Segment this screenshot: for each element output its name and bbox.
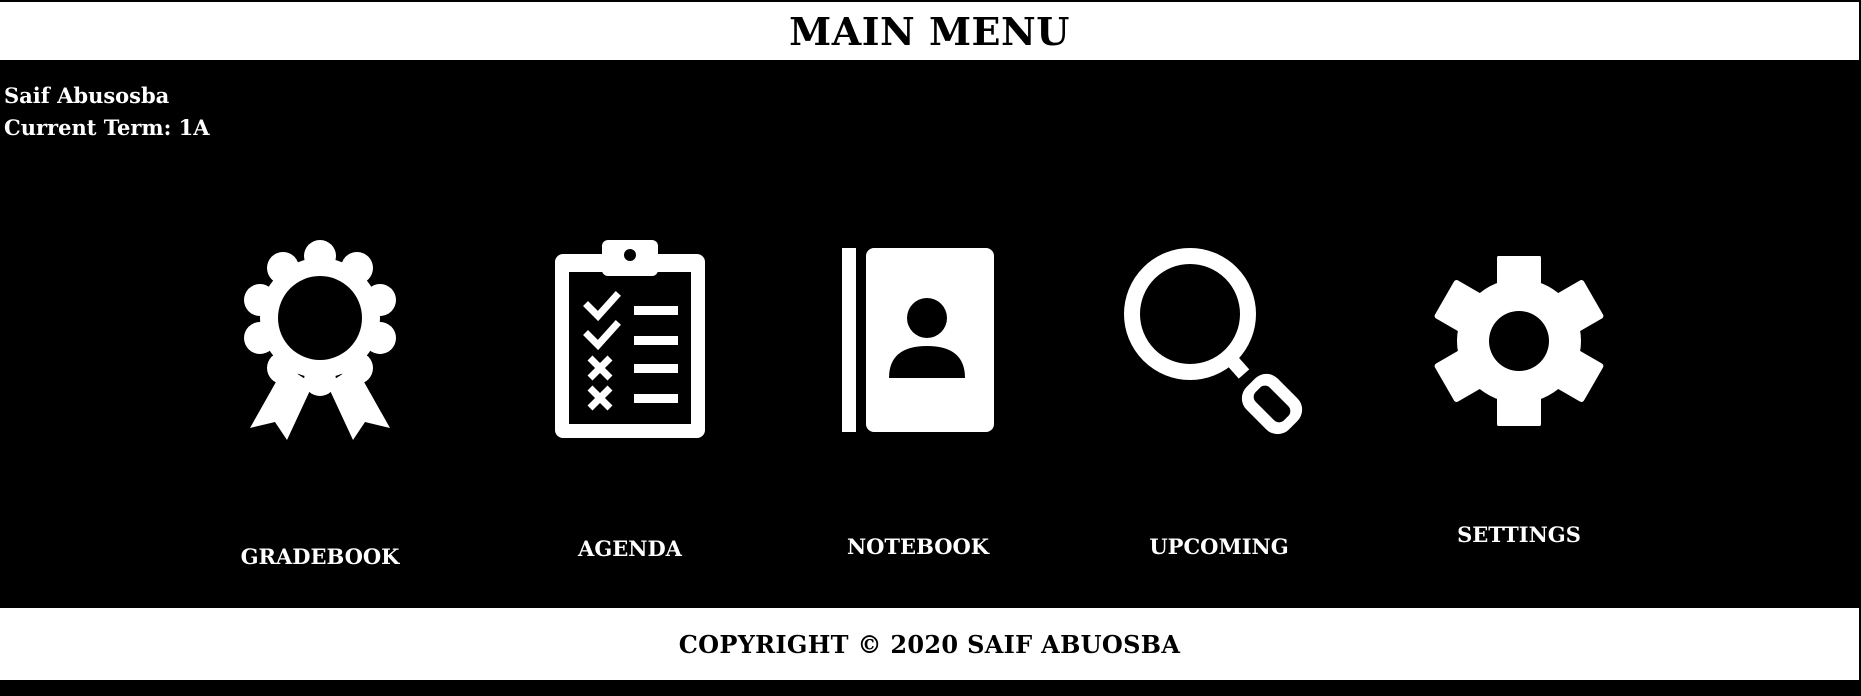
menu-item-label: NOTEBOOK bbox=[846, 534, 990, 559]
user-info: Saif Abusosba Current Term: 1A bbox=[4, 80, 210, 144]
menu-item-agenda[interactable]: AGENDA bbox=[550, 240, 710, 570]
contact-book-icon bbox=[842, 248, 994, 432]
bottom-border bbox=[0, 680, 1859, 696]
page-title: MAIN MENU bbox=[789, 8, 1070, 54]
clipboard-checklist-icon bbox=[555, 240, 705, 438]
menu-panel: Saif Abusosba Current Term: 1A GRADEBOOK… bbox=[0, 60, 1859, 608]
current-term: Current Term: 1A bbox=[4, 115, 210, 140]
main-menu-page: MAIN MENU Saif Abusosba Current Term: 1A bbox=[0, 0, 1861, 696]
header-bar: MAIN MENU bbox=[0, 2, 1859, 60]
magnifier-icon bbox=[1124, 248, 1303, 435]
menu-item-upcoming[interactable]: UPCOMING bbox=[1124, 246, 1314, 568]
footer: COPYRIGHT © 2020 SAIF ABUOSBA bbox=[0, 608, 1859, 680]
copyright-text: COPYRIGHT © 2020 SAIF ABUOSBA bbox=[678, 629, 1181, 659]
gear-icon bbox=[1434, 256, 1604, 426]
menu-item-label: AGENDA bbox=[578, 536, 682, 561]
award-ribbon-icon bbox=[244, 240, 396, 440]
menu-item-notebook[interactable]: NOTEBOOK bbox=[842, 248, 994, 568]
user-name: Saif Abusosba bbox=[4, 83, 170, 108]
menu-item-label: SETTINGS bbox=[1457, 522, 1581, 547]
menu-item-gradebook[interactable]: GRADEBOOK bbox=[235, 234, 405, 574]
menu-item-settings[interactable]: SETTINGS bbox=[1434, 256, 1604, 556]
menu-item-label: UPCOMING bbox=[1149, 534, 1289, 559]
menu-item-label: GRADEBOOK bbox=[240, 544, 400, 569]
